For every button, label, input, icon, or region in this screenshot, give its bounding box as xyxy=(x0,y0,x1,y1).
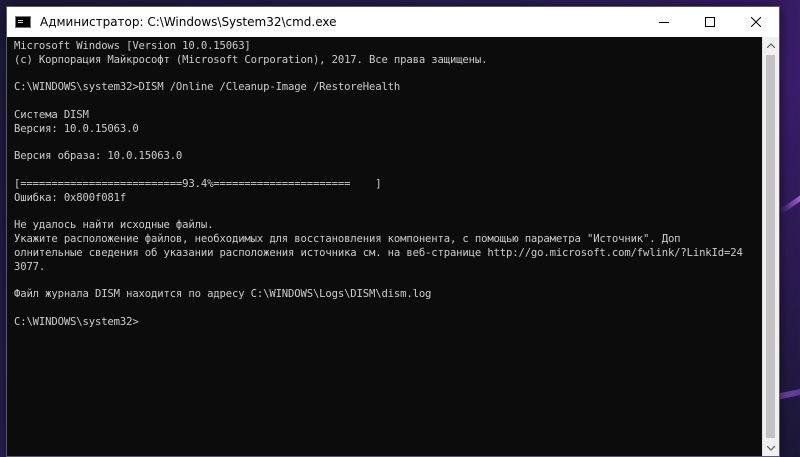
close-button[interactable] xyxy=(733,7,779,37)
title-bar[interactable]: Администратор: C:\Windows\System32\cmd.e… xyxy=(7,7,779,37)
console-line: Система DISM xyxy=(14,108,89,121)
minimize-icon xyxy=(659,22,669,23)
scroll-up-icon xyxy=(767,42,775,48)
error-code-line: Ошибка: 0x800f081f xyxy=(14,191,127,204)
scroll-up-button[interactable] xyxy=(763,37,779,53)
window-title: Администратор: C:\Windows\System32\cmd.e… xyxy=(40,15,337,29)
console-line: Файл журнала DISM находится по адресу C:… xyxy=(14,288,432,301)
console-line: C:\WINDOWS\system32>DISM /Online /Cleanu… xyxy=(14,81,401,94)
scroll-thumb[interactable] xyxy=(766,55,775,438)
console-line: 3077. xyxy=(14,260,46,273)
console-line: (c) Корпорация Майкрософт (Microsoft Cor… xyxy=(14,53,488,66)
window-controls xyxy=(641,7,779,37)
cmd-window[interactable]: Администратор: C:\Windows\System32\cmd.e… xyxy=(6,6,780,457)
progress-line: [==========================93.4%========… xyxy=(14,177,382,190)
console-line: олнительные сведения об указании располо… xyxy=(14,246,743,259)
console-output[interactable]: Microsoft Windows [Version 10.0.15063] (… xyxy=(7,37,762,456)
scroll-down-button[interactable] xyxy=(763,440,779,456)
console-line: Версия: 10.0.15063.0 xyxy=(14,122,139,135)
maximize-button[interactable] xyxy=(687,7,733,37)
close-icon xyxy=(751,17,761,27)
console-app-icon[interactable] xyxy=(15,16,31,28)
minimize-button[interactable] xyxy=(641,7,687,37)
console-line: Укажите расположение файлов, необходимых… xyxy=(14,233,681,246)
console-line: Версия образа: 10.0.15063.0 xyxy=(14,150,183,163)
desktop-wallpaper-streak xyxy=(778,176,800,215)
console-line: Не удалось найти исходные файлы. xyxy=(14,219,214,232)
vertical-scrollbar[interactable] xyxy=(762,37,779,456)
scroll-down-icon xyxy=(767,445,775,451)
console-line: Microsoft Windows [Version 10.0.15063] xyxy=(14,40,251,52)
maximize-icon xyxy=(705,17,715,27)
command-prompt[interactable]: C:\WINDOWS\system32> xyxy=(14,316,762,330)
